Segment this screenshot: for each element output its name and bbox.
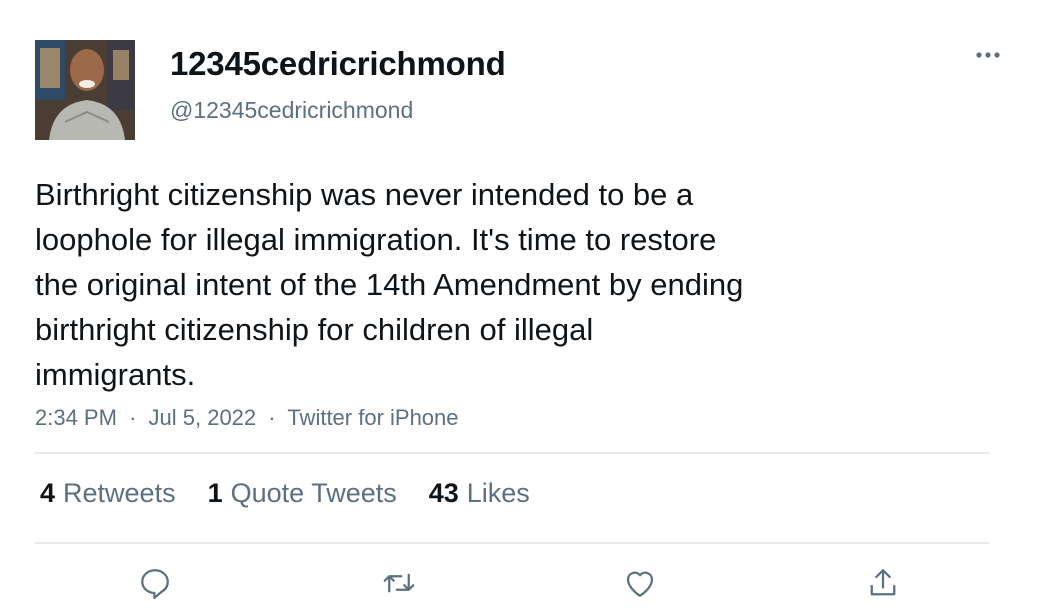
more-options-button[interactable] — [968, 40, 1008, 70]
reply-button[interactable] — [132, 560, 178, 606]
retweet-button[interactable] — [376, 560, 422, 606]
likes-stat[interactable]: 43 Likes — [429, 478, 530, 509]
more-dots-icon — [976, 52, 1000, 58]
share-icon — [870, 569, 896, 596]
tweet-detail: 12345cedricrichmond @12345cedricrichmond… — [0, 0, 1050, 615]
tweet-text: Birthright citizenship was never intende… — [35, 177, 744, 392]
avatar-photo — [35, 40, 135, 140]
quote-tweets-count: 1 — [207, 478, 223, 508]
action-bar — [0, 560, 1050, 610]
meta-separator: · — [129, 405, 137, 430]
likes-count: 43 — [428, 478, 459, 508]
divider — [35, 542, 989, 544]
quote-tweets-stat[interactable]: 1 Quote Tweets — [208, 478, 397, 509]
avatar[interactable] — [35, 40, 135, 140]
meta-separator: · — [268, 405, 276, 430]
display-name[interactable]: 12345cedricrichmond — [170, 45, 506, 83]
tweet-source[interactable]: Twitter for iPhone — [287, 405, 458, 430]
retweet-icon — [383, 573, 415, 593]
retweets-count: 4 — [40, 478, 56, 508]
user-handle[interactable]: @12345cedricrichmond — [170, 97, 413, 124]
tweet-metadata: 2:34 PM · Jul 5, 2022 · Twitter for iPho… — [35, 405, 459, 431]
engagement-stats: 4 Retweets 1 Quote Tweets 43 Likes — [40, 478, 530, 509]
tweet-date[interactable]: Jul 5, 2022 — [149, 405, 257, 430]
heart-icon — [626, 571, 654, 597]
share-button[interactable] — [860, 560, 906, 606]
retweets-stat[interactable]: 4 Retweets — [40, 478, 176, 509]
quote-tweets-label: Quote Tweets — [230, 478, 397, 508]
like-button[interactable] — [617, 560, 663, 606]
reply-icon — [141, 569, 169, 599]
likes-label: Likes — [466, 478, 530, 508]
retweets-label: Retweets — [63, 478, 176, 508]
divider — [35, 452, 989, 454]
tweet-time[interactable]: 2:34 PM — [35, 405, 117, 430]
